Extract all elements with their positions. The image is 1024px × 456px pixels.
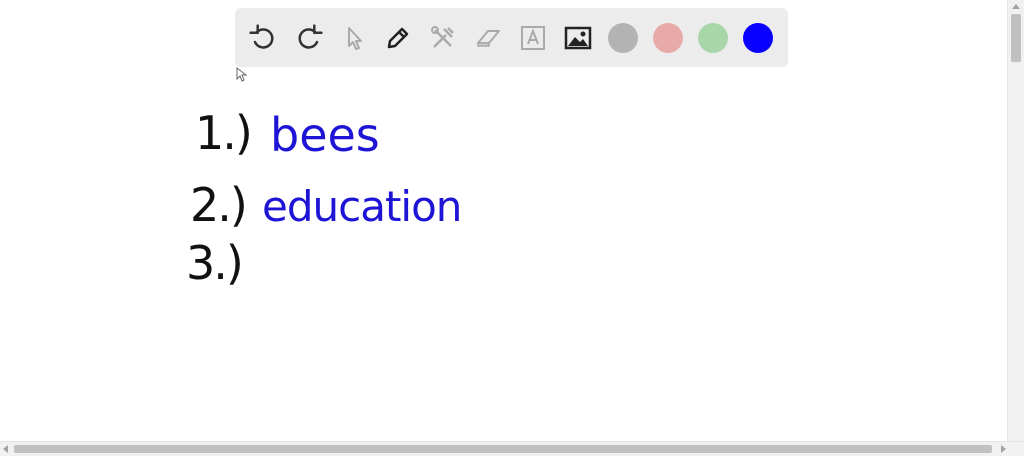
undo-button[interactable] bbox=[247, 22, 279, 54]
list-answer-2: education bbox=[262, 182, 462, 231]
color-swatch-green[interactable] bbox=[698, 23, 728, 53]
vertical-scroll-thumb[interactable] bbox=[1011, 14, 1021, 62]
pen-button[interactable] bbox=[382, 22, 414, 54]
image-icon bbox=[564, 26, 592, 50]
text-button[interactable] bbox=[517, 22, 549, 54]
color-swatch-pink[interactable] bbox=[653, 23, 683, 53]
drawing-toolbar bbox=[235, 8, 788, 67]
horizontal-scrollbar[interactable] bbox=[0, 441, 1024, 456]
list-answer-1: bees bbox=[270, 108, 380, 162]
scroll-right-icon[interactable] bbox=[1001, 445, 1006, 453]
list-number-2: 2.) bbox=[190, 178, 248, 232]
redo-button[interactable] bbox=[293, 22, 325, 54]
list-number-1: 1.) bbox=[195, 106, 253, 160]
mouse-cursor-icon bbox=[236, 67, 248, 82]
tools-button[interactable] bbox=[427, 22, 459, 54]
image-button[interactable] bbox=[562, 22, 594, 54]
color-swatch-gray[interactable] bbox=[608, 23, 638, 53]
scroll-left-icon[interactable] bbox=[3, 445, 8, 453]
list-number-3: 3.) bbox=[186, 236, 244, 290]
pointer-icon bbox=[348, 27, 362, 50]
color-swatch-blue[interactable] bbox=[743, 23, 773, 53]
eraser-button[interactable] bbox=[472, 22, 504, 54]
scroll-up-icon[interactable] bbox=[1012, 4, 1020, 9]
pencil-icon bbox=[387, 27, 409, 49]
vertical-scrollbar[interactable] bbox=[1007, 0, 1024, 442]
horizontal-scroll-thumb[interactable] bbox=[14, 445, 992, 453]
undo-icon bbox=[249, 24, 274, 49]
drawing-canvas[interactable]: 1.) bees 2.) education 3.) bbox=[0, 0, 1008, 442]
tools-icon bbox=[431, 26, 454, 48]
select-button[interactable] bbox=[338, 22, 370, 54]
eraser-icon bbox=[477, 30, 500, 47]
redo-icon bbox=[298, 24, 323, 49]
text-box-icon bbox=[521, 26, 545, 50]
